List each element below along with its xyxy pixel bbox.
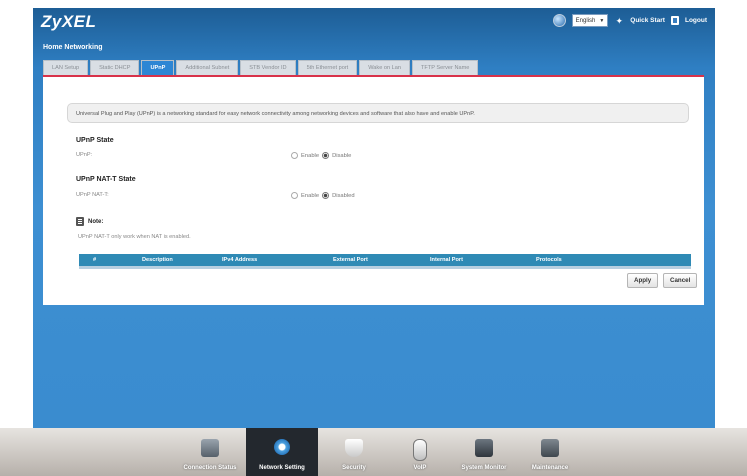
upnp-nat-t-disable-label: Disabled (332, 192, 355, 199)
quick-start-link[interactable]: Quick Start (630, 17, 665, 24)
tab-wake-on-lan[interactable]: Wake on Lan (359, 60, 410, 75)
globe-icon (552, 14, 566, 27)
tab-lan-setup[interactable]: LAN Setup (43, 60, 89, 75)
dock-label-security: Security (342, 465, 366, 471)
dock-label-maintenance: Maintenance (531, 465, 569, 471)
language-select-value: English (575, 17, 596, 24)
column-number: # (93, 257, 97, 263)
upnp-disable-radio[interactable] (322, 152, 330, 159)
column-internal-port: Internal Port (430, 257, 463, 263)
upnp-disable-label: Disable (332, 152, 352, 159)
upnp-enable-label: Enable (301, 152, 320, 159)
tab-tftp-server-name[interactable]: TFTP Server Name (412, 60, 479, 75)
upnp-nat-t-enable-radio[interactable] (291, 192, 298, 199)
connection-status-icon (201, 439, 219, 457)
upnp-radio-group: Enable Disable (291, 152, 351, 159)
zyxel-logo: ZyXEL (41, 12, 97, 31)
tab-5th-ethernet-port[interactable]: 5th Ethernet port (297, 60, 358, 75)
upnp-enable-radio[interactable] (291, 152, 298, 159)
column-protocols: Protocols (536, 257, 562, 263)
tab-stb-vendor-id[interactable]: STB Vendor ID (240, 60, 296, 75)
upnp-table-footer (79, 266, 691, 269)
voip-phone-icon (413, 439, 427, 461)
cancel-button[interactable]: Cancel (663, 273, 698, 288)
upnp-table-header: # Description IPv4 Address External Port… (79, 254, 691, 266)
dock-security[interactable]: Security (318, 428, 390, 476)
quick-start-icon[interactable]: ✦ (614, 16, 624, 26)
note-text: UPnP NAT-T only work when NAT is enabled… (78, 234, 191, 240)
page-title: Home Networking (43, 44, 103, 51)
logout-link[interactable]: Logout (685, 17, 707, 24)
upnp-nat-t-field-label: UPnP NAT-T: (76, 192, 109, 198)
upnp-field-label: UPnP: (76, 152, 93, 158)
dock-maintenance[interactable]: Maintenance (514, 428, 586, 476)
logout-icon[interactable] (670, 16, 679, 25)
chevron-down-icon: ▼ (599, 17, 605, 24)
maintenance-icon (541, 439, 559, 457)
note-title: Note: (88, 219, 104, 225)
column-description: Description (142, 257, 173, 263)
tab-static-dhcp[interactable]: Static DHCP (90, 60, 140, 75)
tab-bar: LAN Setup Static DHCP UPnP Additional Su… (43, 60, 479, 75)
dock-label-system-monitor: System Monitor (461, 465, 507, 471)
app-frame: ZyXEL English ▼ ✦ Quick Start Logout Hom… (33, 8, 715, 428)
tab-upnp[interactable]: UPnP (141, 60, 175, 75)
top-right-toolbar: English ▼ ✦ Quick Start Logout (552, 14, 707, 27)
bottom-dock: Connection Status Network Setting Securi… (0, 428, 747, 476)
dock-label-network-setting: Network Setting (259, 465, 305, 471)
content-panel: Universal Plug and Play (UPnP) is a netw… (43, 77, 704, 305)
network-setting-icon (274, 439, 290, 455)
column-external-port: External Port (333, 257, 368, 263)
dock-network-setting[interactable]: Network Setting (246, 428, 318, 476)
dock-connection-status[interactable]: Connection Status (174, 428, 246, 476)
column-ipv4-address: IPv4 Address (222, 257, 258, 263)
upnp-nat-t-radio-group: Enable Disabled (291, 192, 355, 199)
upnp-info-box: Universal Plug and Play (UPnP) is a netw… (67, 103, 689, 123)
system-monitor-icon (475, 439, 493, 457)
tab-additional-subnet[interactable]: Additional Subnet (176, 60, 239, 75)
dock-system-monitor[interactable]: System Monitor (448, 428, 520, 476)
upnp-nat-t-enable-label: Enable (301, 192, 320, 199)
dock-label-voip: VoIP (413, 465, 427, 471)
language-select[interactable]: English ▼ (571, 14, 609, 27)
dock-voip[interactable]: VoIP (384, 428, 456, 476)
upnp-state-title: UPnP State (76, 137, 114, 144)
apply-button[interactable]: Apply (627, 273, 659, 288)
note-icon (76, 217, 84, 226)
upnp-nat-t-state-title: UPnP NAT-T State (76, 176, 136, 183)
security-shield-icon (345, 439, 363, 457)
upnp-nat-t-disable-radio[interactable] (322, 192, 330, 199)
dock-label-connection-status: Connection Status (183, 465, 237, 471)
